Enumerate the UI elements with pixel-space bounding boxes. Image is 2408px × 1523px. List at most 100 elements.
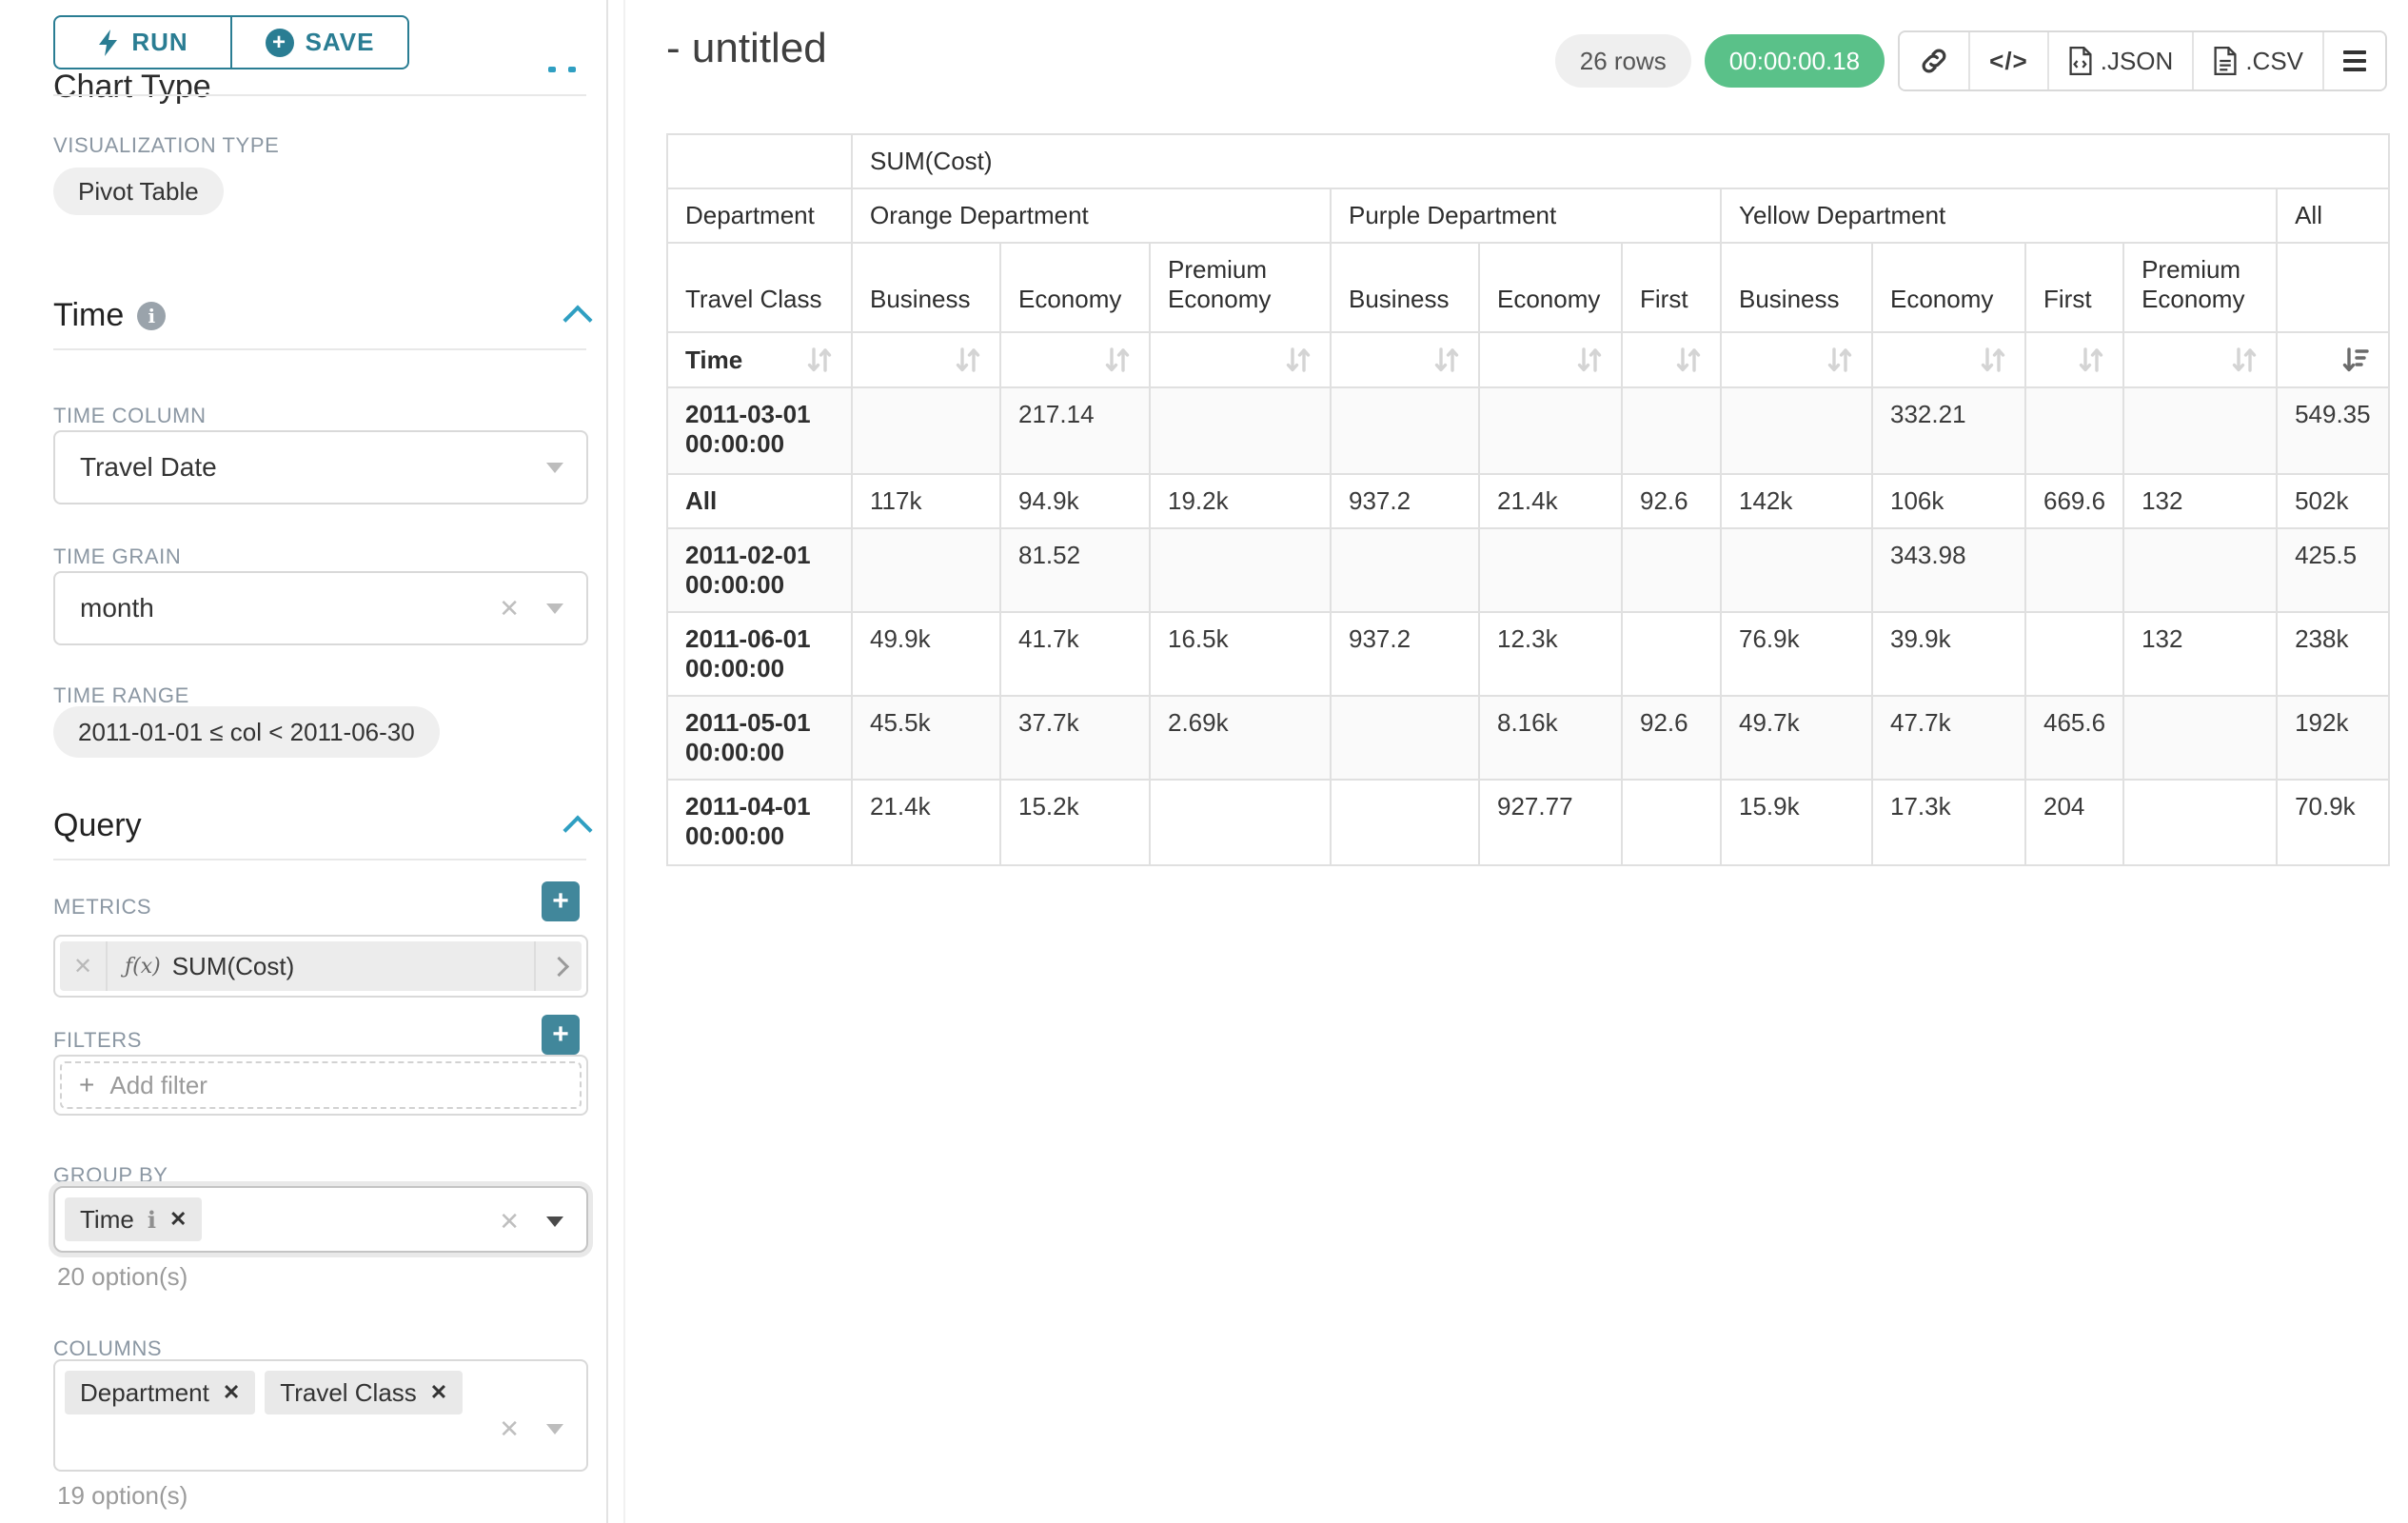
pivot-table-container: SUM(Cost)DepartmentOrange DepartmentPurp… [666,133,2390,866]
remove-tag-icon[interactable]: ✕ [430,1380,447,1405]
open-metric-icon[interactable] [534,941,582,991]
value-cell: 132 [2123,474,2277,528]
columns-select[interactable]: Department ✕ Travel Class ✕ ✕ [53,1359,588,1472]
value-cell: 669.6 [2025,474,2123,528]
travel-class-header: Business [1721,243,1872,332]
value-cell: 49.9k [852,612,1000,696]
query-section-header: Query [53,807,588,844]
value-cell [1331,696,1479,780]
sort-descending-icon[interactable] [2340,345,2371,375]
query-timer-badge: 00:00:00.18 [1705,34,1885,88]
export-csv-button[interactable]: .CSV [2194,32,2324,89]
copy-link-button[interactable] [1900,32,1970,89]
row-time-label: 2011-04-01 00:00:00 [667,780,852,865]
row-time-label: 2011-05-01 00:00:00 [667,696,852,780]
value-cell: 937.2 [1331,474,1479,528]
sort-cell [2123,332,2277,387]
menu-button[interactable] [2324,32,2385,89]
clear-icon[interactable]: ✕ [499,1207,520,1236]
travel-class-header: Economy [1872,243,2025,332]
value-cell [852,528,1000,612]
add-metric-button[interactable]: + [542,881,580,921]
info-icon[interactable]: i [137,302,166,330]
clear-icon[interactable]: ✕ [499,594,520,623]
export-json-button[interactable]: .JSON [2049,32,2195,89]
chevron-up-icon[interactable] [563,815,592,844]
value-cell: 106k [1872,474,2025,528]
table-row: 2011-06-01 00:00:0049.9k41.7k16.5k937.21… [667,612,2389,696]
time-column-select[interactable]: Travel Date [53,430,588,504]
value-cell: 192k [2277,696,2389,780]
travel-class-header: First [1622,243,1721,332]
link-icon [1919,46,1949,76]
sort-icon[interactable] [1432,345,1461,375]
remove-metric-icon[interactable]: ✕ [60,941,108,991]
panel-handle-dot [548,67,556,72]
sort-icon[interactable] [1979,345,2007,375]
time-range-pill[interactable]: 2011-01-01 ≤ col < 2011-06-30 [53,706,440,758]
chevron-down-icon[interactable] [546,1424,563,1434]
chart-title[interactable]: - untitled [666,25,827,72]
sort-cell [1000,332,1150,387]
travel-class-header: First [2025,243,2123,332]
chart-type-heading: Chart Type [53,69,211,106]
value-cell [1150,780,1331,865]
chevron-up-icon[interactable] [563,305,592,334]
run-button[interactable]: RUN [53,15,231,69]
clear-icon[interactable]: ✕ [499,1414,520,1444]
group-by-select[interactable]: Time i ✕ ✕ [53,1186,588,1253]
value-cell: 549.35 [2277,387,2389,474]
time-row-label: Time [667,332,852,387]
filters-label: FILTERS [53,1028,142,1053]
value-cell: 21.4k [1479,474,1622,528]
value-cell [1622,780,1721,865]
sort-cell [1721,332,1872,387]
value-cell [1479,528,1622,612]
divider [53,859,586,860]
sort-icon[interactable] [1826,345,1854,375]
sort-icon[interactable] [1575,345,1604,375]
department-group-header: Orange Department [852,188,1331,243]
export-button-group: </> .JSON .CSV [1898,30,2387,91]
value-cell [1331,780,1479,865]
department-group-header: Yellow Department [1721,188,2277,243]
sort-icon[interactable] [2230,345,2259,375]
remove-tag-icon[interactable]: ✕ [169,1207,187,1232]
time-grain-label: TIME GRAIN [53,544,181,569]
add-filter-plus-button[interactable]: + [542,1015,580,1055]
remove-tag-icon[interactable]: ✕ [223,1380,240,1405]
metric-header: SUM(Cost) [852,134,2389,188]
add-filter-button[interactable]: + Add filter [60,1061,582,1109]
table-row: All117k94.9k19.2k937.221.4k92.6142k106k6… [667,474,2389,528]
sort-icon[interactable] [1284,345,1313,375]
chevron-down-icon[interactable] [546,1216,563,1227]
value-cell: 465.6 [2025,696,2123,780]
sort-icon[interactable] [805,345,834,375]
viz-type-pill[interactable]: Pivot Table [53,168,224,215]
function-icon: ƒ(x) [125,955,161,979]
metric-pill[interactable]: ✕ ƒ(x) SUM(Cost) [60,941,582,991]
value-cell [1622,528,1721,612]
value-cell: 21.4k [852,780,1000,865]
table-row: 2011-05-01 00:00:0045.5k37.7k2.69k8.16k9… [667,696,2389,780]
time-column-label: TIME COLUMN [53,404,207,428]
value-cell: 117k [852,474,1000,528]
value-cell: 15.9k [1721,780,1872,865]
columns-option-count: 19 option(s) [57,1481,188,1511]
info-icon[interactable]: i [148,1206,156,1234]
sort-icon[interactable] [2077,345,2105,375]
chevron-down-icon[interactable] [546,603,563,614]
metrics-control: ✕ ƒ(x) SUM(Cost) [53,935,588,998]
sort-icon[interactable] [1103,345,1132,375]
view-query-button[interactable]: </> [1970,32,2049,89]
sort-icon[interactable] [1674,345,1703,375]
value-cell: 15.2k [1000,780,1150,865]
value-cell: 132 [2123,612,2277,696]
sort-cell [852,332,1000,387]
time-grain-select[interactable]: month ✕ [53,571,588,645]
chevron-down-icon[interactable] [546,463,563,473]
metrics-label: METRICS [53,895,151,920]
value-cell: 204 [2025,780,2123,865]
save-button[interactable]: + SAVE [231,15,409,69]
sort-icon[interactable] [954,345,982,375]
